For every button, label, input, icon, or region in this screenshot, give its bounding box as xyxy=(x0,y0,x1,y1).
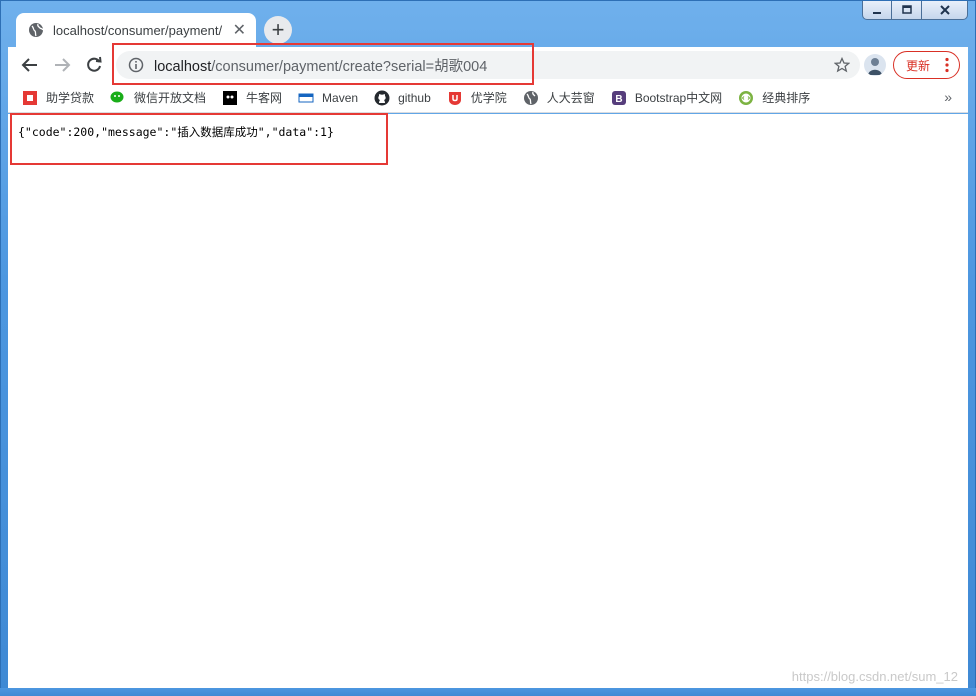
bootstrap-icon: B xyxy=(611,90,627,106)
window-bottom-border xyxy=(0,688,976,696)
tab-close-icon[interactable]: ✕ xyxy=(233,20,246,40)
watermark: https://blog.csdn.net/sum_12 xyxy=(791,669,958,684)
bookmark-item[interactable]: 助学贷款 xyxy=(22,89,94,106)
menu-dots-icon xyxy=(945,57,949,73)
bookmark-item[interactable]: 人大芸窗 xyxy=(523,89,595,106)
bookmark-item[interactable]: 微信开放文档 xyxy=(110,89,206,106)
bookmark-star-icon[interactable] xyxy=(834,57,850,73)
ulearning-icon xyxy=(447,90,463,106)
window-controls xyxy=(862,1,968,20)
forward-button[interactable] xyxy=(50,53,74,77)
maximize-button[interactable] xyxy=(892,1,922,20)
globe-icon xyxy=(29,23,44,37)
nowcoder-icon xyxy=(222,90,238,106)
close-icon xyxy=(939,5,950,15)
bookmark-item[interactable]: 牛客网 xyxy=(222,89,282,106)
minimize-button[interactable] xyxy=(862,1,892,20)
new-tab-button[interactable]: + xyxy=(264,16,292,44)
update-button[interactable]: 更新 xyxy=(893,51,960,79)
bookmark-item[interactable]: 经典排序 xyxy=(738,89,810,106)
response-highlight-box xyxy=(10,113,388,165)
github-icon xyxy=(374,90,390,106)
reload-icon xyxy=(87,56,102,72)
minimize-icon xyxy=(873,12,881,14)
globe-icon xyxy=(523,90,539,106)
close-button[interactable] xyxy=(922,1,968,20)
bookmark-item[interactable]: B Bootstrap中文网 xyxy=(611,89,722,106)
bookmarks-bar: 助学贷款 微信开放文档 牛客网 Maven github 优学院 人大芸窗 B … xyxy=(8,83,968,113)
plus-icon: + xyxy=(271,17,285,42)
code-icon xyxy=(738,90,754,106)
svg-text:B: B xyxy=(615,94,622,105)
page-content: {"code":200,"message":"插入数据库成功","data":1… xyxy=(8,114,968,688)
maximize-icon xyxy=(901,5,912,14)
browser-tab[interactable]: localhost/consumer/payment/ ✕ xyxy=(16,13,256,47)
profile-avatar[interactable] xyxy=(864,54,886,76)
wechat-icon xyxy=(110,90,126,106)
bookmark-item[interactable]: github xyxy=(374,90,431,106)
bookmark-item[interactable]: Maven xyxy=(298,90,358,106)
tab-title: localhost/consumer/payment/ xyxy=(53,22,223,38)
loan-icon xyxy=(22,90,38,106)
update-label: 更新 xyxy=(906,58,931,73)
url-highlight-box xyxy=(112,43,534,85)
avatar-icon xyxy=(868,58,882,75)
maven-icon xyxy=(298,90,314,106)
forward-arrow-icon xyxy=(55,58,71,72)
back-arrow-icon xyxy=(21,58,37,72)
bookmarks-overflow-button[interactable]: » xyxy=(944,89,952,105)
bookmark-item[interactable]: 优学院 xyxy=(447,89,507,106)
back-button[interactable] xyxy=(18,53,42,77)
reload-button[interactable] xyxy=(82,53,106,77)
